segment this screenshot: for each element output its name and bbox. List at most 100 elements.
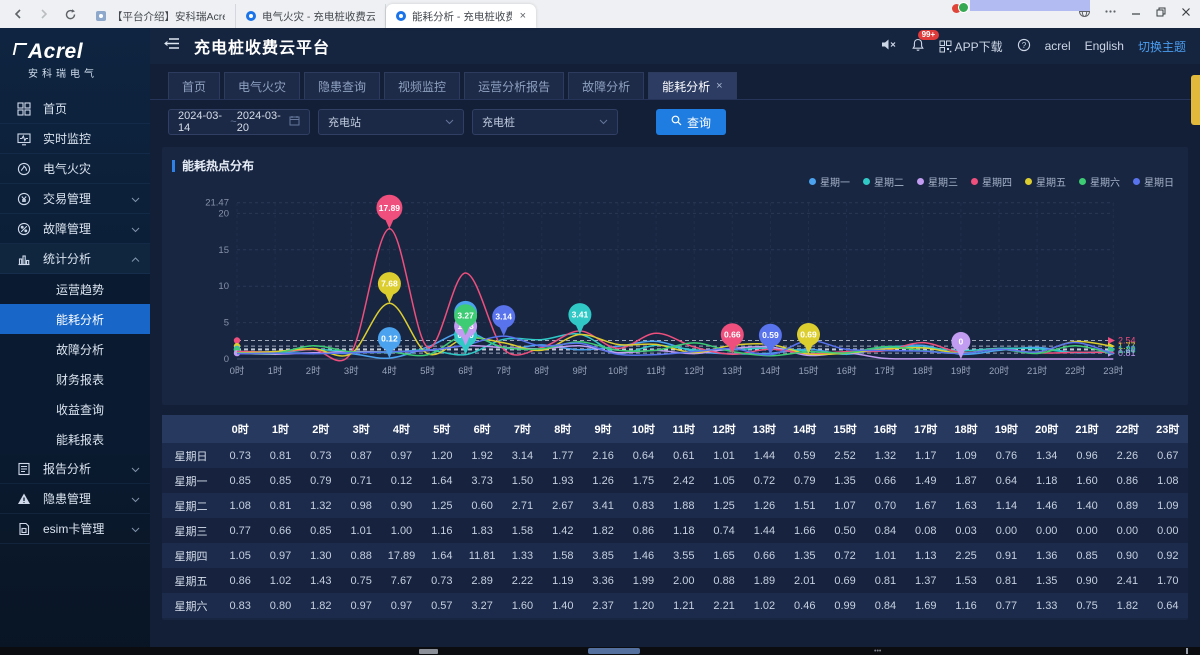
sidebar-item-label: 实时监控 <box>43 130 91 147</box>
table-row: 星期六0.830.801.820.970.970.573.271.601.402… <box>162 593 1188 618</box>
value-cell: 1.01 <box>865 543 905 568</box>
column-header: 0时 <box>220 415 260 443</box>
svg-text:20时: 20时 <box>989 365 1010 377</box>
chevron-down-icon <box>131 192 140 206</box>
mute-icon[interactable] <box>881 38 897 54</box>
value-cell: 1.35 <box>825 468 865 493</box>
taskbar-button-active[interactable] <box>588 648 640 654</box>
page-tab-4[interactable]: 运营分析报告 <box>464 72 564 99</box>
value-cell: 0.66 <box>865 468 905 493</box>
language-switch[interactable]: English <box>1085 39 1124 53</box>
sidebar-item-5[interactable]: 统计分析 <box>0 244 150 274</box>
side-widget-tab[interactable] <box>1191 75 1200 125</box>
station-select-value: 充电站 <box>328 114 361 130</box>
value-cell: 1.89 <box>744 568 784 593</box>
station-select[interactable]: 充电站 <box>318 109 464 135</box>
sidebar-item-14[interactable]: esim卡管理 <box>0 514 150 544</box>
page-tab-bar: 首页电气火灾 隐患查询 视频监控运营分析报告故障分析能耗分析× <box>150 64 1200 100</box>
app-download[interactable]: APP下载 <box>939 38 1003 55</box>
page-tab-3[interactable]: 视频监控 <box>384 72 460 99</box>
value-cell: 3.73 <box>462 468 502 493</box>
search-button[interactable]: 查询 <box>656 109 726 135</box>
page-tab-5[interactable]: 故障分析 <box>568 72 644 99</box>
legend-label: 星期三 <box>928 174 958 189</box>
menu-collapse-icon[interactable] <box>164 37 180 55</box>
sidebar-item-label: 运营趋势 <box>56 281 104 298</box>
legend-item-3[interactable]: 星期四 <box>971 174 1012 189</box>
browser-tab-1[interactable]: 电气火灾 - 充电桩收费云平台 <box>236 4 386 28</box>
sidebar-item-12[interactable]: 报告分析 <box>0 454 150 484</box>
page-tab-0[interactable]: 首页 <box>168 72 220 99</box>
svg-text:0.81: 0.81 <box>1118 348 1136 358</box>
sidebar-item-9[interactable]: 财务报表 <box>0 364 150 394</box>
page-tab-1[interactable]: 电气火灾 <box>224 72 300 99</box>
forward-icon[interactable] <box>34 4 54 24</box>
value-cell: 2.52 <box>825 443 865 468</box>
svg-text:3.14: 3.14 <box>495 312 512 322</box>
sidebar-item-label: esim卡管理 <box>43 520 104 537</box>
legend-item-4[interactable]: 星期五 <box>1025 174 1066 189</box>
value-cell: 0.64 <box>986 468 1026 493</box>
sidebar-item-2[interactable]: 电气火灾 <box>0 154 150 184</box>
value-cell: 1.16 <box>422 518 462 543</box>
browser-menu-icon[interactable] <box>1104 5 1117 23</box>
value-cell: 1.82 <box>301 593 341 618</box>
minimize-icon[interactable] <box>1130 5 1142 23</box>
notifications-bell-icon[interactable]: 99+ <box>911 38 925 55</box>
column-header: 21时 <box>1067 415 1107 443</box>
sidebar-item-0[interactable]: 首页 <box>0 94 150 124</box>
page-tab-2[interactable]: 隐患查询 <box>304 72 380 99</box>
taskbar-button[interactable] <box>419 649 438 654</box>
row-label: 星期六 <box>162 593 220 618</box>
browser-tab-0[interactable]: 【平台介绍】安科瑞AcrelCloud- <box>86 4 236 28</box>
sidebar-item-4[interactable]: 故障管理 <box>0 214 150 244</box>
sidebar-item-1[interactable]: 实时监控 <box>0 124 150 154</box>
sidebar-item-7[interactable]: 能耗分析 <box>0 304 150 334</box>
value-cell: 1.40 <box>1067 493 1107 518</box>
sidebar-item-13[interactable]: 隐患管理 <box>0 484 150 514</box>
legend-label: 星期一 <box>820 174 850 189</box>
legend-item-2[interactable]: 星期三 <box>917 174 958 189</box>
legend-item-5[interactable]: 星期六 <box>1079 174 1120 189</box>
page-tab-6[interactable]: 能耗分析× <box>648 72 736 99</box>
tab-title: 电气火灾 - 充电桩收费云平台 <box>262 9 375 24</box>
browser-tab-2[interactable]: 能耗分析 - 充电桩收费云平台× <box>386 4 536 28</box>
value-cell: 0.46 <box>785 593 825 618</box>
value-cell: 0.70 <box>865 493 905 518</box>
username[interactable]: acrel <box>1045 39 1071 53</box>
svg-text:0时: 0时 <box>230 365 245 377</box>
column-header: 19时 <box>986 415 1026 443</box>
date-range-picker[interactable]: 2024-03-14 ~ 2024-03-20 <box>168 109 310 135</box>
browser-profile-avatar[interactable] <box>952 2 968 15</box>
sidebar-item-label: 能耗分析 <box>56 311 104 328</box>
browser-tabs: 【平台介绍】安科瑞AcrelCloud- 电气火灾 - 充电桩收费云平台能耗分析 … <box>86 0 536 28</box>
pile-select[interactable]: 充电桩 <box>472 109 618 135</box>
page-tab-label: 隐患查询 <box>318 78 366 95</box>
chart-card: 能耗热点分布 星期一星期二星期三星期四星期五星期六星期日 0510152021.… <box>162 147 1188 405</box>
help-icon[interactable]: ? <box>1017 38 1031 55</box>
legend-dot <box>971 178 978 185</box>
value-cell: 0.66 <box>744 543 784 568</box>
sidebar-item-6[interactable]: 运营趋势 <box>0 274 150 304</box>
close-window-icon[interactable] <box>1180 5 1192 23</box>
legend-item-6[interactable]: 星期日 <box>1133 174 1174 189</box>
legend-item-0[interactable]: 星期一 <box>809 174 850 189</box>
back-icon[interactable] <box>8 4 28 24</box>
sidebar-item-label: 交易管理 <box>43 190 91 207</box>
svg-text:22时: 22时 <box>1065 365 1086 377</box>
brand-name: Acrel <box>28 40 150 64</box>
sidebar-item-3[interactable]: 交易管理 <box>0 184 150 214</box>
sidebar-item-8[interactable]: 故障分析 <box>0 334 150 364</box>
column-header: 6时 <box>462 415 502 443</box>
sidebar-item-11[interactable]: 能耗报表 <box>0 424 150 454</box>
legend-item-1[interactable]: 星期二 <box>863 174 904 189</box>
tab-close-icon[interactable]: × <box>716 80 722 92</box>
browser-chrome: 【平台介绍】安科瑞AcrelCloud- 电气火灾 - 充电桩收费云平台能耗分析 … <box>0 0 1200 28</box>
refresh-icon[interactable] <box>60 4 80 24</box>
sidebar-item-10[interactable]: 收益查询 <box>0 394 150 424</box>
tab-close-icon[interactable]: × <box>520 10 526 22</box>
theme-switch[interactable]: 切换主题 <box>1138 38 1186 55</box>
sidebar-menu: 首页实时监控电气火灾交易管理故障管理统计分析运营趋势能耗分析故障分析财务报表收益… <box>0 94 150 544</box>
value-cell: 1.05 <box>220 543 260 568</box>
restore-icon[interactable] <box>1155 5 1167 23</box>
